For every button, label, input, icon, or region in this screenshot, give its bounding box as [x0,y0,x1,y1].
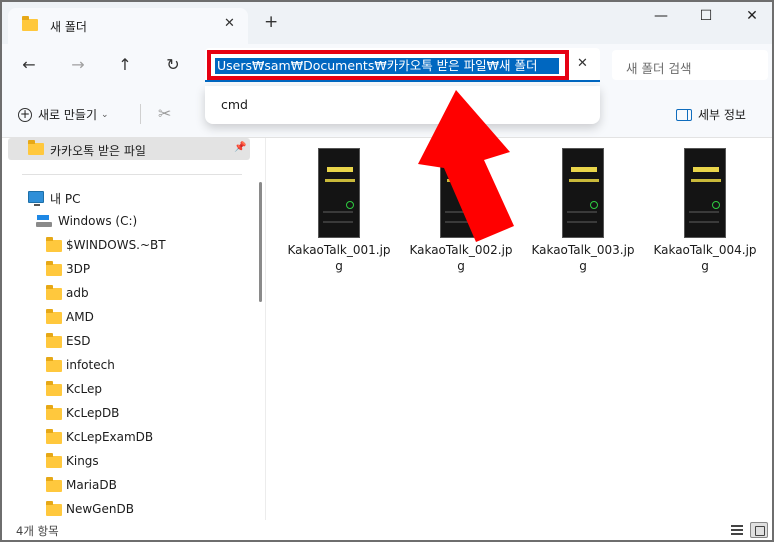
tiles-icon [755,526,765,536]
folder-icon [46,501,62,516]
folder-icon [46,381,62,396]
sidebar-item-label: 내 PC [50,192,81,206]
folder-icon [46,405,62,420]
drive-icon [36,215,52,227]
sidebar-item-label: KcLepExamDB [66,430,154,444]
sidebar-item-label: AMD [66,310,94,324]
details-view-button[interactable] [728,522,746,538]
folder-icon [46,261,62,276]
search-box[interactable]: 새 폴더 검색 [612,50,768,80]
folder-icon [46,333,62,348]
plus-circle-icon: + [18,106,32,122]
file-item[interactable]: KakaoTalk_004.jpg [650,146,760,276]
chevron-down-icon: ⌄ [101,109,109,120]
file-name: KakaoTalk_003.jpg [531,243,635,273]
file-explorer-window: 새 폴더 ✕ + — ☐ ✕ ← → ↑ ↻ Users₩sam₩Documen… [0,0,774,542]
address-bar[interactable]: Users₩sam₩Documents₩카카오톡 받은 파일₩새 폴더 ✕ [205,48,600,82]
file-item[interactable]: KakaoTalk_003.jpg [528,146,638,276]
suggestion-item-cmd[interactable]: cmd [221,97,248,112]
folder-icon [46,309,62,324]
sidebar-item-label: ESD [66,334,91,348]
address-input[interactable]: Users₩sam₩Documents₩카카오톡 받은 파일₩새 폴더 [215,58,559,74]
sidebar-item-windows-drive[interactable]: Windows (C:) [2,210,252,232]
sidebar-folder-item[interactable]: infotech [2,354,252,376]
address-highlight-box: Users₩sam₩Documents₩카카오톡 받은 파일₩새 폴더 [207,50,569,80]
sidebar-folder-item[interactable]: KcLep [2,378,252,400]
address-suggestion-dropdown: cmd [205,86,600,124]
details-label: 세부 정보 [698,108,746,122]
sidebar-item-label: KcLepDB [66,406,120,420]
forward-button[interactable]: → [69,56,87,74]
folder-icon [46,429,62,444]
sidebar-item-label: adb [66,286,89,300]
details-pane-button[interactable]: 세부 정보 [676,106,746,123]
image-thumbnail [562,148,604,238]
folder-icon [46,357,62,372]
sidebar-folder-item[interactable]: Kings [2,450,252,472]
tab-new-folder[interactable]: 새 폴더 ✕ [8,8,248,44]
sidebar-item-label: MariaDB [66,478,117,492]
file-name: KakaoTalk_001.jpg [287,243,391,273]
sidebar-folder-item[interactable]: $WINDOWS.~BT [2,234,252,256]
new-tab-button[interactable]: + [264,14,278,31]
image-thumbnail [318,148,360,238]
folder-icon [22,16,38,31]
new-button-label: 새로 만들기 [38,108,98,122]
close-button[interactable]: ✕ [737,8,767,28]
sidebar-folder-item[interactable]: adb [2,282,252,304]
folder-icon [46,453,62,468]
refresh-button[interactable]: ↻ [164,56,182,74]
minimize-button[interactable]: — [646,8,676,28]
folder-icon [46,285,62,300]
command-divider [140,104,141,124]
pin-icon[interactable]: 📌 [234,142,246,153]
sidebar-scrollbar[interactable] [259,182,262,302]
address-focus-underline [205,80,600,82]
computer-icon [28,191,44,206]
details-pane-icon [676,108,692,121]
sidebar-folder-item[interactable]: 3DP [2,258,252,280]
sidebar-item-label: infotech [66,358,115,372]
sidebar-folder-item[interactable]: NewGenDB [2,498,252,520]
address-clear-icon[interactable]: ✕ [577,56,588,71]
navigation-bar: ← → ↑ ↻ Users₩sam₩Documents₩카카오톡 받은 파일₩새… [2,44,772,86]
folder-icon [46,237,62,252]
back-button[interactable]: ← [20,56,38,74]
maximize-button[interactable]: ☐ [691,8,721,28]
sidebar-folder-item[interactable]: AMD [2,306,252,328]
sidebar-folder-item[interactable]: MariaDB [2,474,252,496]
sidebar-item-label: 3DP [66,262,91,276]
tab-close-icon[interactable]: ✕ [224,16,235,31]
sidebar-item-label: Kings [66,454,99,468]
sidebar-item-label: NewGenDB [66,502,134,516]
cut-icon[interactable]: ✂ [158,104,171,123]
file-item[interactable]: KakaoTalk_001.jpg [284,146,394,276]
file-name: KakaoTalk_002.jpg [409,243,513,273]
sidebar-item-label: Windows (C:) [58,214,138,228]
sidebar-divider [22,174,242,175]
red-arrow-annotation [418,90,514,242]
folder-icon [46,477,62,492]
sidebar-folder-item[interactable]: KcLepExamDB [2,426,252,448]
sidebar-item-label: $WINDOWS.~BT [66,238,166,252]
sidebar-item-label: 카카오톡 받은 파일 [50,144,146,158]
sidebar-item-label: KcLep [66,382,102,396]
sidebar-item-kakaotalk-received[interactable]: 카카오톡 받은 파일 📌 [8,138,250,160]
tab-title: 새 폴더 [50,20,87,34]
status-bar: 4개 항목 [2,520,772,540]
title-bar: 새 폴더 ✕ + — ☐ ✕ [2,2,772,44]
sidebar-folder-item[interactable]: KcLepDB [2,402,252,424]
navigation-pane: 카카오톡 받은 파일 📌 내 PC Windows (C:) $WINDOWS.… [2,138,252,520]
image-thumbnail [684,148,726,238]
sidebar-item-this-pc[interactable]: 내 PC [2,186,252,208]
search-input[interactable]: 새 폴더 검색 [626,58,691,77]
large-icons-view-button[interactable] [750,522,768,538]
item-count: 4개 항목 [16,524,59,538]
folder-icon [28,140,44,155]
sidebar-folder-item[interactable]: ESD [2,330,252,352]
up-button[interactable]: ↑ [116,56,134,74]
new-button[interactable]: + 새로 만들기 ⌄ [18,106,109,123]
file-name: KakaoTalk_004.jpg [653,243,757,273]
